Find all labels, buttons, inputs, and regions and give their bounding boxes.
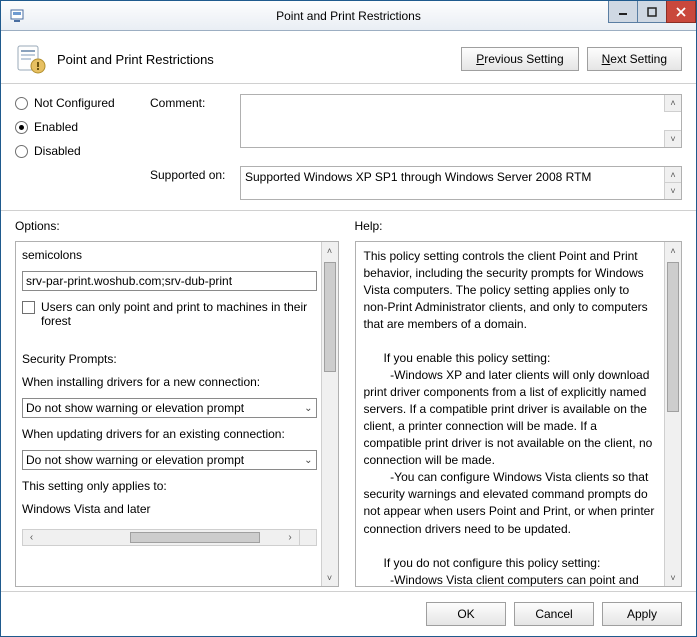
nav-buttons: Previous Setting Next Setting [461,47,682,71]
radio-icon [15,121,28,134]
servers-input[interactable]: srv-par-print.woshub.com;srv-dub-print [22,271,317,291]
supported-on-label: Supported on: [150,168,225,182]
panes: Options: semicolons srv-par-print.woshub… [1,211,696,591]
help-label: Help: [355,219,683,233]
radio-disabled[interactable]: Disabled [15,144,150,158]
window-title: Point and Print Restrictions [1,9,696,23]
chevron-down-icon: ⌄ [298,455,312,466]
forest-checkbox-label: Users can only point and print to machin… [41,300,317,328]
options-top-line: semicolons [22,248,317,262]
options-box: semicolons srv-par-print.woshub.com;srv-… [15,241,339,587]
scroll-left-icon[interactable]: ‹ [23,530,40,545]
previous-setting-button[interactable]: Previous Setting [461,47,578,71]
cancel-button[interactable]: Cancel [514,602,594,626]
page-title: Point and Print Restrictions [57,52,451,67]
supported-on-value: Supported Windows XP SP1 through Windows… [241,167,681,199]
options-label: Options: [15,219,339,233]
comment-field[interactable]: ˄ ˅ [240,94,682,148]
install-drivers-value: Do not show warning or elevation prompt [26,401,244,415]
policy-state-radios: Not Configured Enabled Disabled [15,94,150,158]
scroll-down-icon[interactable]: ˅ [665,569,681,586]
comment-label: Comment: [150,96,205,110]
security-prompts-heading: Security Prompts: [22,352,317,366]
window-controls [609,1,696,23]
scroll-up-icon[interactable]: ˄ [664,95,681,112]
policy-header: Point and Print Restrictions Previous Se… [1,31,696,84]
update-drivers-select[interactable]: Do not show warning or elevation prompt … [22,450,317,470]
supported-on-field: Supported Windows XP SP1 through Windows… [240,166,682,200]
install-drivers-label: When installing drivers for a new connec… [22,375,317,389]
servers-value: srv-par-print.woshub.com;srv-dub-print [26,274,232,288]
radio-label: Disabled [34,144,81,158]
maximize-button[interactable] [637,1,667,23]
app-icon [9,8,25,24]
update-drivers-value: Do not show warning or elevation prompt [26,453,244,467]
titlebar: Point and Print Restrictions [1,1,696,31]
radio-label: Enabled [34,120,78,134]
close-button[interactable] [666,1,696,23]
policy-state-section: Not Configured Enabled Disabled Comment:… [1,84,696,211]
forest-checkbox-row[interactable]: Users can only point and print to machin… [22,300,317,328]
applies-to-value: Windows Vista and later [22,502,317,516]
radio-icon [15,97,28,110]
vscroll-thumb[interactable] [324,262,336,372]
apply-button[interactable]: Apply [602,602,682,626]
gpo-editor-window: Point and Print Restrictions [0,0,697,637]
comment-value [241,95,681,147]
next-setting-button[interactable]: Next Setting [587,47,682,71]
scroll-down-icon[interactable]: ˅ [664,182,681,199]
policy-icon [15,43,47,75]
radio-enabled[interactable]: Enabled [15,120,150,134]
scroll-down-icon[interactable]: ˅ [664,130,681,147]
install-drivers-select[interactable]: Do not show warning or elevation prompt … [22,398,317,418]
help-text: This policy setting controls the client … [356,242,665,586]
radio-label: Not Configured [34,96,115,110]
minimize-button[interactable] [608,1,638,23]
update-drivers-label: When updating drivers for an existing co… [22,427,317,441]
applies-to-label: This setting only applies to: [22,479,317,493]
checkbox-icon [22,301,35,314]
scroll-up-icon[interactable]: ˄ [665,242,681,259]
options-hscrollbar[interactable]: ‹ › [22,529,317,546]
help-vscrollbar[interactable]: ˄ ˅ [664,242,681,586]
chevron-down-icon: ⌄ [298,403,312,414]
options-vscrollbar[interactable]: ˄ ˅ [321,242,338,586]
vscroll-thumb[interactable] [667,262,679,412]
scroll-up-icon[interactable]: ˄ [322,242,338,259]
options-pane: Options: semicolons srv-par-print.woshub… [1,211,349,591]
scroll-right-icon[interactable]: › [282,530,299,545]
help-box: This policy setting controls the client … [355,241,683,587]
scroll-corner [299,530,316,545]
dialog-footer: OK Cancel Apply [1,591,696,636]
help-pane: Help: This policy setting controls the c… [349,211,697,591]
radio-icon [15,145,28,158]
ok-button[interactable]: OK [426,602,506,626]
radio-not-configured[interactable]: Not Configured [15,96,150,110]
hscroll-thumb[interactable] [130,532,260,543]
scroll-down-icon[interactable]: ˅ [322,569,338,586]
